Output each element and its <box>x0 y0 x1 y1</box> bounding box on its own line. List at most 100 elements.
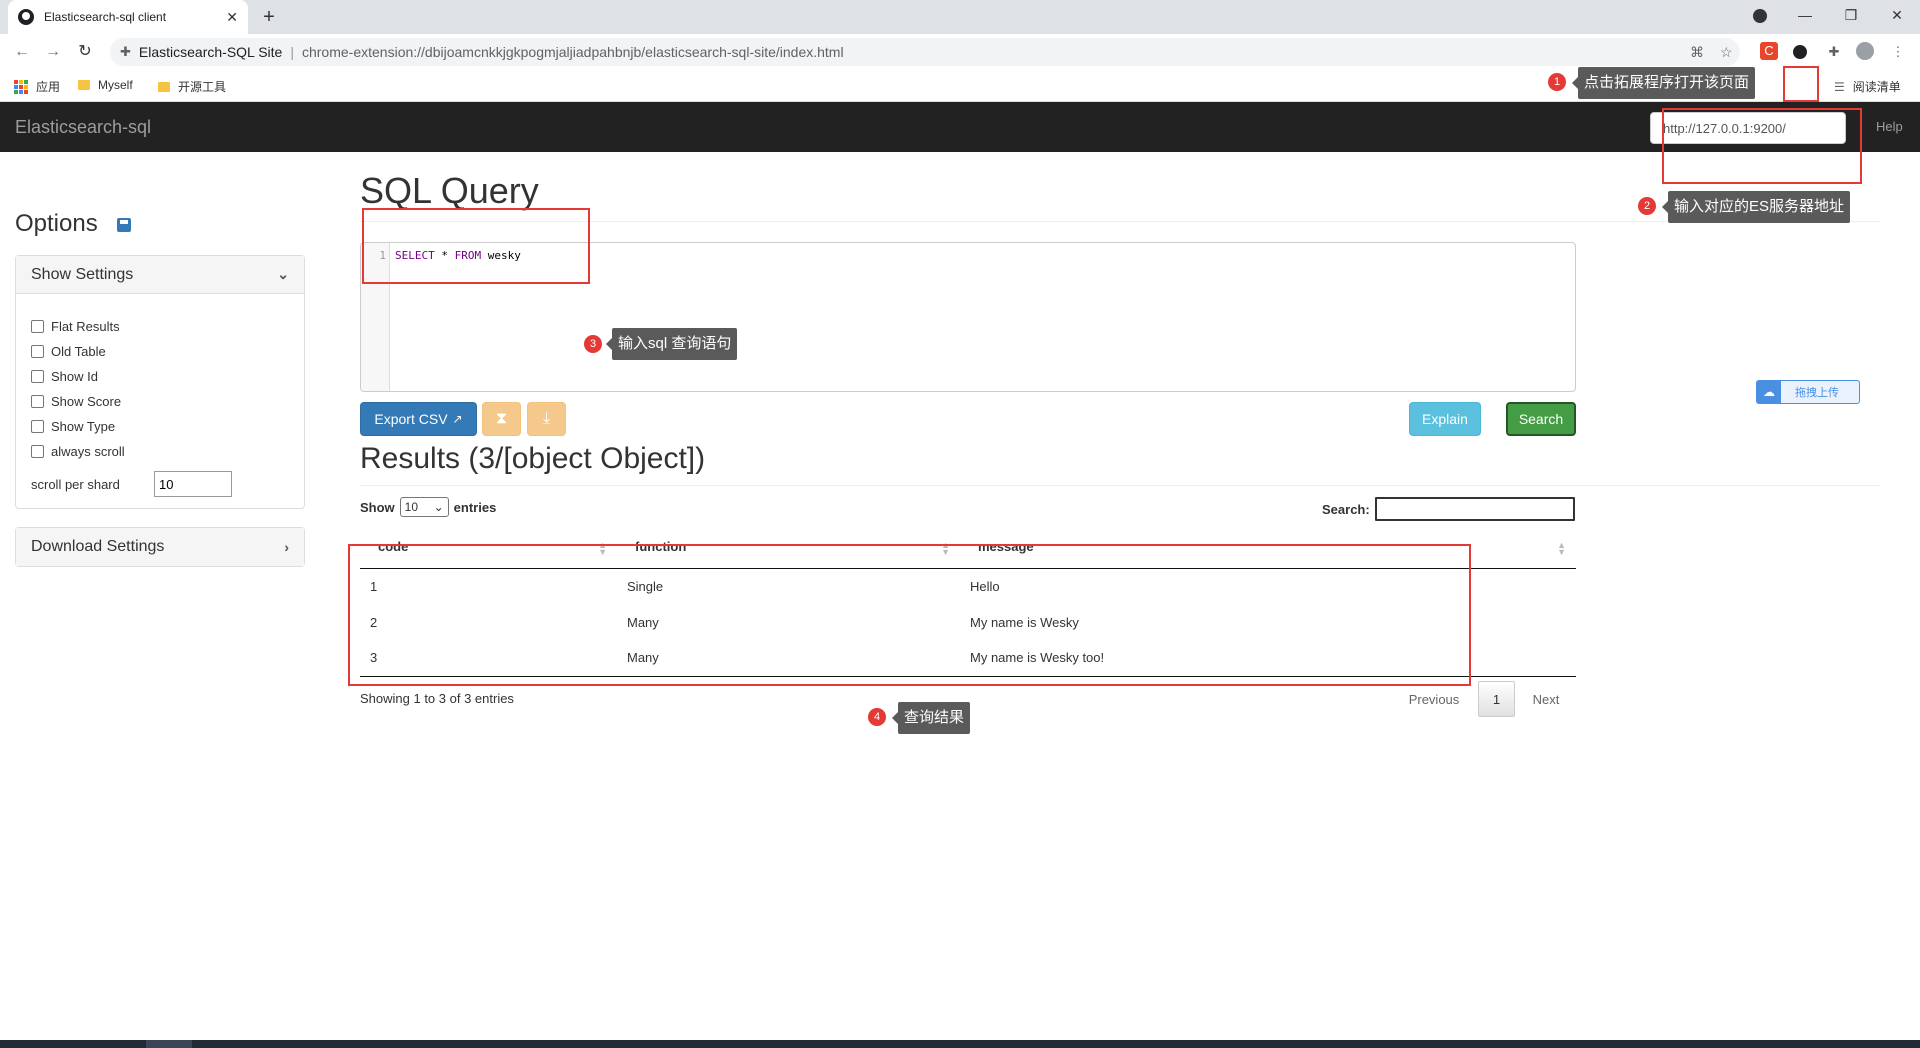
taskbar-item[interactable] <box>146 1040 192 1048</box>
table-info: Showing 1 to 3 of 3 entries <box>360 691 514 706</box>
reading-list[interactable]: ☰ 阅读清单 <box>1834 78 1901 95</box>
annotation-label-3: 输入sql 查询语句 <box>605 328 738 360</box>
reading-list-icon: ☰ <box>1834 79 1845 94</box>
download-settings-panel: Download Settings › <box>15 527 305 567</box>
scroll-per-shard-input[interactable] <box>154 471 232 497</box>
pagination-next[interactable]: Next <box>1522 681 1570 717</box>
flat-results-checkbox[interactable] <box>31 320 44 333</box>
pagination-previous[interactable]: Previous <box>1400 681 1468 717</box>
external-link-icon: ↗ <box>452 412 463 426</box>
show-settings-heading[interactable]: Show Settings ⌄ <box>16 256 304 294</box>
annotation-marker-3: 3 <box>584 335 602 353</box>
bookmark-open-source-label: 开源工具 <box>178 80 227 94</box>
download-all-icon-button[interactable]: ⤓ <box>527 402 566 436</box>
explain-button[interactable]: Explain <box>1409 402 1481 436</box>
elasticsearch-sql-extension-icon[interactable] <box>1790 42 1810 62</box>
download-icon: ⧗ <box>495 410 508 427</box>
results-divider <box>360 485 1880 486</box>
restore-button[interactable]: ❐ <box>1828 0 1874 34</box>
option-show-score[interactable]: Show Score <box>31 389 289 414</box>
minimize-button[interactable]: — <box>1782 0 1828 34</box>
show-id-checkbox[interactable] <box>31 370 44 383</box>
sql-query-title: SQL Query <box>360 170 539 211</box>
search-button[interactable]: Search <box>1506 402 1576 436</box>
table-search-input[interactable] <box>1374 497 1575 521</box>
old-table-checkbox[interactable] <box>31 345 44 358</box>
annotation-marker-4: 4 <box>868 708 886 726</box>
chevron-right-icon: › <box>284 539 289 555</box>
tab-close-icon[interactable]: ✕ <box>226 9 238 26</box>
upload-widget[interactable]: ☁ 拖拽上传 <box>1756 380 1860 404</box>
download-settings-title: Download Settings <box>31 538 165 555</box>
show-settings-body: Flat Results Old Table Show Id Show Scor… <box>16 294 304 508</box>
omnibox-url: chrome-extension://dbijoamcnkkjgkpogmjal… <box>301 44 844 60</box>
table-search: Search: <box>1322 497 1575 521</box>
option-always-scroll[interactable]: always scroll <box>31 439 289 464</box>
app-navbar: Elasticsearch-sql Help <box>0 102 1920 152</box>
browser-tab-bar: Elasticsearch-sql client ✕ + — ❐ ✕ <box>0 0 1920 34</box>
address-bar[interactable]: ✚ Elasticsearch-SQL Site | chrome-extens… <box>110 38 1740 66</box>
show-score-label: Show Score <box>51 394 122 409</box>
download-icon-button[interactable]: ⧗ <box>482 402 521 436</box>
annotation-label-1: 点击拓展程序打开该页面 <box>1571 67 1756 99</box>
annotation-marker-2: 2 <box>1638 197 1656 215</box>
annotation-label-4: 查询结果 <box>891 702 971 734</box>
bookmark-open-source[interactable]: 开源工具 <box>158 78 226 95</box>
scroll-per-shard-label: scroll per shard <box>31 476 120 492</box>
download-settings-heading[interactable]: Download Settings › <box>16 528 304 566</box>
option-flat-results[interactable]: Flat Results <box>31 314 289 339</box>
browser-tab[interactable]: Elasticsearch-sql client ✕ <box>8 0 248 34</box>
forward-icon[interactable]: → <box>41 40 65 64</box>
profile-dropdown-icon[interactable] <box>1737 0 1783 34</box>
page-size-value: 10 <box>404 500 419 514</box>
scroll-per-shard-row: scroll per shard <box>31 470 289 498</box>
reading-list-label: 阅读清单 <box>1852 80 1901 94</box>
old-table-label: Old Table <box>51 344 106 359</box>
upload-label: 拖拽上传 <box>1795 387 1839 399</box>
bookmark-star-icon[interactable]: ☆ <box>1720 38 1733 66</box>
os-taskbar <box>0 1040 1920 1048</box>
chevron-down-icon: ⌄ <box>277 266 289 282</box>
page-size-select[interactable]: 10 ⌄ <box>399 497 449 517</box>
app-brand[interactable]: Elasticsearch-sql <box>15 117 151 138</box>
always-scroll-checkbox[interactable] <box>31 445 44 458</box>
show-id-label: Show Id <box>51 369 98 384</box>
show-settings-panel: Show Settings ⌄ Flat Results Old Table S… <box>15 255 305 509</box>
omnibox-site: Elasticsearch-SQL Site <box>138 44 283 60</box>
profile-avatar-icon[interactable] <box>1855 42 1875 62</box>
annotation-box-results <box>348 544 1471 686</box>
table-search-label: Search: <box>1322 501 1370 517</box>
folder-icon <box>78 80 90 90</box>
annotation-box-extension <box>1783 66 1819 102</box>
annotation-box-server <box>1662 108 1862 184</box>
sort-icon: ▲ ▼ <box>1557 540 1566 557</box>
translate-icon[interactable]: ⌘ <box>1690 38 1704 66</box>
folder-icon <box>158 81 170 92</box>
entries-length-control: Show 10 ⌄ entries <box>360 497 496 517</box>
bookmark-myself[interactable]: Myself <box>78 78 133 92</box>
bookmark-apps[interactable]: 应用 <box>14 78 60 95</box>
save-icon[interactable] <box>117 218 131 232</box>
extension-c-icon[interactable]: C <box>1760 42 1778 60</box>
select-arrow-icon: ⌄ <box>433 500 444 514</box>
option-show-id[interactable]: Show Id <box>31 364 289 389</box>
show-type-checkbox[interactable] <box>31 420 44 433</box>
extension-favicon-icon <box>18 9 34 25</box>
export-csv-button[interactable]: Export CSV ↗ <box>360 402 477 436</box>
cloud-upload-icon: ☁ <box>1757 381 1781 403</box>
help-link[interactable]: Help <box>1876 119 1903 134</box>
show-type-label: Show Type <box>51 419 116 434</box>
window-close-button[interactable]: ✕ <box>1874 0 1920 34</box>
show-score-checkbox[interactable] <box>31 395 44 408</box>
browser-menu-icon[interactable]: ⋮ <box>1888 42 1908 62</box>
option-old-table[interactable]: Old Table <box>31 339 289 364</box>
back-icon[interactable]: ← <box>10 40 34 64</box>
new-tab-button[interactable]: + <box>256 4 282 30</box>
entries-label: entries <box>453 499 497 515</box>
browser-toolbar: ← → ↻ ✚ Elasticsearch-SQL Site | chrome-… <box>0 34 1920 70</box>
option-show-type[interactable]: Show Type <box>31 414 289 439</box>
extensions-puzzle-icon[interactable]: ✚ <box>1824 42 1844 62</box>
reload-icon[interactable]: ↻ <box>73 40 97 64</box>
pagination-page-1[interactable]: 1 <box>1478 681 1515 717</box>
bookmark-apps-label: 应用 <box>36 80 61 94</box>
